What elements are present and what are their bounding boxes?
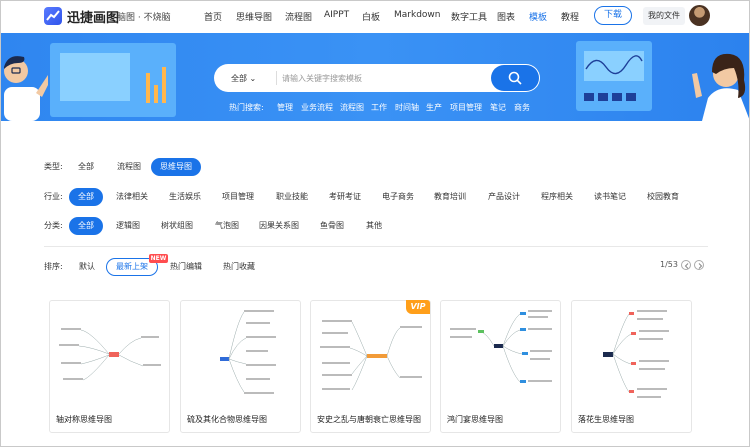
mindmap-thumbnail xyxy=(220,310,276,394)
arrow-left-icon xyxy=(684,263,689,269)
filter-type-label: 类型: xyxy=(44,162,63,171)
top-navigation-bar: 迅捷画图 脑图 · 不烧脑 首页 思维导图 流程图 AIPPT 白板 Markd… xyxy=(0,0,750,33)
search-button[interactable] xyxy=(491,65,539,91)
mindmap-thumbnail xyxy=(59,328,161,381)
hot-search-item[interactable]: 商务 xyxy=(514,102,530,113)
hot-search-label: 热门搜索: xyxy=(229,103,264,112)
template-card[interactable]: 轴对称思维导图 xyxy=(49,300,170,433)
hot-search-item[interactable]: 时间轴 xyxy=(395,102,419,113)
filter-industry-option[interactable]: 读书笔记 xyxy=(594,191,626,202)
template-card[interactable]: 落花生思维导图 xyxy=(571,300,692,433)
nav-item-charts[interactable]: 图表 xyxy=(497,10,515,23)
filter-type-option[interactable]: 流程图 xyxy=(117,161,141,172)
illustration-board-right xyxy=(576,41,652,111)
next-page-button[interactable] xyxy=(694,260,704,270)
hot-search-item[interactable]: 笔记 xyxy=(490,102,506,113)
filter-type-option[interactable]: 全部 xyxy=(78,161,94,172)
filter-category-option[interactable]: 鱼骨图 xyxy=(320,220,344,231)
nav-item-aippt[interactable]: AIPPT xyxy=(324,10,349,20)
template-card[interactable]: 硫及其化合物思维导图 xyxy=(180,300,301,433)
nav-item-home[interactable]: 首页 xyxy=(204,10,222,23)
filter-category-option[interactable]: 因果关系图 xyxy=(259,220,299,231)
search-input[interactable]: 请输入关键字搜索模板 xyxy=(282,73,362,84)
filter-industry-option[interactable]: 职业技能 xyxy=(276,191,308,202)
download-button[interactable]: 下载 xyxy=(594,6,632,25)
filter-category-option-selected[interactable]: 全部 xyxy=(69,217,103,235)
mindmap-thumbnail xyxy=(320,320,422,391)
search-scope-select[interactable]: 全部 ⌄ xyxy=(231,73,256,84)
nav-item-mindmap[interactable]: 思维导图 xyxy=(236,10,272,23)
app-logo-icon[interactable] xyxy=(44,7,62,25)
hot-search-item[interactable]: 项目管理 xyxy=(450,102,482,113)
arrow-right-icon xyxy=(698,263,703,269)
template-card[interactable]: 鸿门宴思维导图 xyxy=(440,300,561,433)
brand-slogan: 脑图 · 不烧脑 xyxy=(117,13,171,23)
filter-industry-label: 行业: xyxy=(44,192,63,201)
filter-category-label: 分类: xyxy=(44,221,63,230)
search-icon xyxy=(508,71,522,85)
template-card-title: 安史之乱与唐朝衰亡思维导图 xyxy=(317,415,421,424)
sort-option[interactable]: 热门收藏 xyxy=(223,261,255,272)
nav-item-whiteboard[interactable]: 白板 xyxy=(362,10,380,23)
sort-option[interactable]: 热门编辑 xyxy=(170,261,202,272)
hot-search-item[interactable]: 生产 xyxy=(426,102,442,113)
my-files-button[interactable]: 我的文件 xyxy=(643,7,685,25)
nav-item-tutorials[interactable]: 教程 xyxy=(561,10,579,23)
filter-industry-option[interactable]: 考研考证 xyxy=(329,191,361,202)
new-badge: NEW xyxy=(149,254,168,263)
chevron-down-icon: ⌄ xyxy=(249,74,257,83)
filter-industry-option[interactable]: 程序相关 xyxy=(541,191,573,202)
vip-badge: VIP xyxy=(406,300,430,314)
nav-item-digital-tools[interactable]: 数字工具 xyxy=(451,10,487,23)
filter-industry-option[interactable]: 校园教育 xyxy=(647,191,679,202)
template-card[interactable]: 安史之乱与唐朝衰亡思维导图 xyxy=(310,300,431,433)
template-card-title: 硫及其化合物思维导图 xyxy=(187,415,267,424)
cartoon-woman-illustration xyxy=(692,53,750,121)
nav-item-templates[interactable]: 模板 xyxy=(529,10,547,23)
filter-category-option[interactable]: 其他 xyxy=(366,220,382,231)
hot-search-item[interactable]: 管理 xyxy=(277,102,293,113)
illustration-board-left xyxy=(50,43,176,117)
prev-page-button[interactable] xyxy=(681,260,691,270)
mindmap-thumbnail xyxy=(603,310,669,398)
filter-category-option[interactable]: 树状组图 xyxy=(161,220,193,231)
mindmap-thumbnail xyxy=(450,310,552,383)
hot-search-item[interactable]: 工作 xyxy=(371,102,387,113)
filter-industry-option[interactable]: 产品设计 xyxy=(488,191,520,202)
filter-category-option[interactable]: 气泡图 xyxy=(215,220,239,231)
search-banner: 全部 ⌄ 请输入关键字搜索模板 热门搜索: 管理 业务流程 流程图 工作 时间轴… xyxy=(0,33,750,121)
filter-industry-option[interactable]: 教育培训 xyxy=(434,191,466,202)
filter-category-option[interactable]: 逻辑图 xyxy=(116,220,140,231)
section-divider xyxy=(44,246,708,247)
filter-industry-option[interactable]: 项目管理 xyxy=(222,191,254,202)
template-card-title: 落花生思维导图 xyxy=(578,415,634,424)
template-card-title: 鸿门宴思维导图 xyxy=(447,415,503,424)
user-avatar[interactable] xyxy=(689,5,710,26)
nav-item-flowchart[interactable]: 流程图 xyxy=(285,10,312,23)
page-indicator: 1/53 xyxy=(660,260,678,269)
filter-industry-option[interactable]: 生活娱乐 xyxy=(169,191,201,202)
hot-search-item[interactable]: 流程图 xyxy=(340,102,364,113)
brand-name[interactable]: 迅捷画图 xyxy=(67,7,119,26)
filter-industry-option[interactable]: 电子商务 xyxy=(382,191,414,202)
sort-option[interactable]: 默认 xyxy=(79,261,95,272)
cartoon-man-illustration xyxy=(4,56,48,121)
template-card-title: 轴对称思维导图 xyxy=(56,415,112,424)
nav-item-markdown[interactable]: Markdown xyxy=(394,10,440,20)
template-search-box: 全部 ⌄ 请输入关键字搜索模板 xyxy=(214,64,540,92)
filter-industry-option[interactable]: 法律相关 xyxy=(116,191,148,202)
sort-label: 排序: xyxy=(44,262,63,271)
filter-type-option-selected[interactable]: 思维导图 xyxy=(151,158,201,176)
hot-search-item[interactable]: 业务流程 xyxy=(301,102,333,113)
filter-industry-option-selected[interactable]: 全部 xyxy=(69,188,103,206)
